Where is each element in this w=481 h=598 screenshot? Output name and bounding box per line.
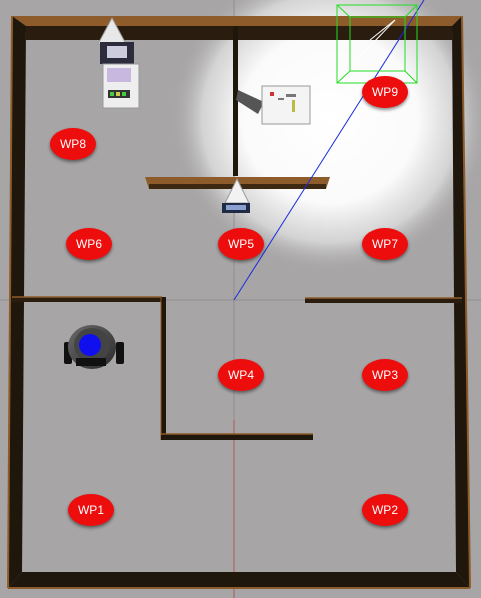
waypoint-wp6[interactable]: WP6 [66,228,112,260]
waypoint-wp5[interactable]: WP5 [218,228,264,260]
waypoint-wp3[interactable]: WP3 [362,359,408,391]
waypoint-wp9[interactable]: WP9 [362,76,408,108]
waypoint-wp2[interactable]: WP2 [362,494,408,526]
waypoint-wp4[interactable]: WP4 [218,359,264,391]
waypoint-wp8[interactable]: WP8 [50,128,96,160]
waypoint-wp1[interactable]: WP1 [68,494,114,526]
waypoint-wp7[interactable]: WP7 [362,228,408,260]
